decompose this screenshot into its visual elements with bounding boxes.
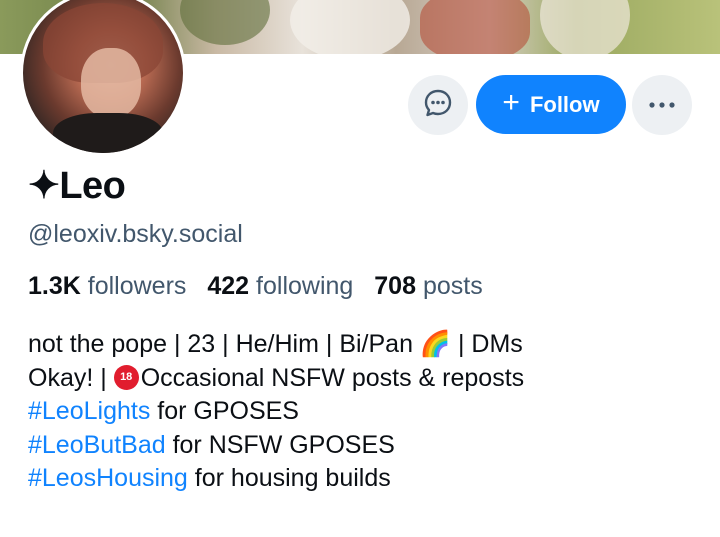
bio-line: #LeoLights for GPOSES (28, 395, 708, 429)
message-button[interactable] (408, 75, 468, 135)
bio-text: for NSFW GPOSES (165, 430, 395, 459)
bio-text: for GPOSES (150, 397, 299, 425)
bio-line: #LeosHousing for housing builds (28, 462, 708, 496)
profile-bio: not the pope | 23 | He/Him | Bi/Pan 🌈 | … (28, 328, 708, 496)
hashtag-link[interactable]: #LeoButBad (28, 431, 166, 459)
posts-stat: 708 posts (374, 272, 496, 300)
profile-stats: 1.3K followers 422 following 708 posts (28, 272, 497, 301)
more-options-button[interactable] (632, 75, 692, 135)
follow-button[interactable]: + Follow (476, 75, 626, 134)
followers-count: 1.3K (28, 272, 81, 300)
bio-line: #LeoButBad for NSFW GPOSES (28, 429, 708, 463)
followers-link[interactable]: 1.3K followers (28, 272, 207, 300)
bio-line: Okay! | 18 Occasional NSFW posts & repost… (28, 362, 708, 396)
user-handle: @leoxiv.bsky.social (28, 220, 243, 248)
bio-text: Okay! | (28, 363, 114, 392)
following-link[interactable]: 422 following (207, 272, 374, 300)
avatar[interactable] (20, 0, 186, 156)
more-icon (648, 96, 676, 114)
hashtag-link[interactable]: #LeosHousing (28, 464, 188, 492)
bio-text: for housing builds (187, 464, 391, 492)
hashtag-link[interactable]: #LeoLights (28, 397, 150, 425)
posts-count: 708 (374, 272, 416, 300)
following-label: following (256, 272, 354, 300)
following-count: 422 (207, 272, 250, 300)
bio-line: not the pope | 23 | He/Him | Bi/Pan 🌈 | … (28, 330, 523, 358)
plus-icon: + (502, 86, 520, 119)
bio-text: Occasional NSFW posts & reposts (140, 363, 525, 392)
posts-label: posts (422, 272, 483, 300)
follow-label: Follow (529, 91, 600, 117)
adults-only-icon: 18 (113, 364, 139, 390)
display-name: ✦Leo (28, 165, 126, 207)
followers-label: followers (87, 272, 187, 300)
message-icon (423, 88, 453, 123)
